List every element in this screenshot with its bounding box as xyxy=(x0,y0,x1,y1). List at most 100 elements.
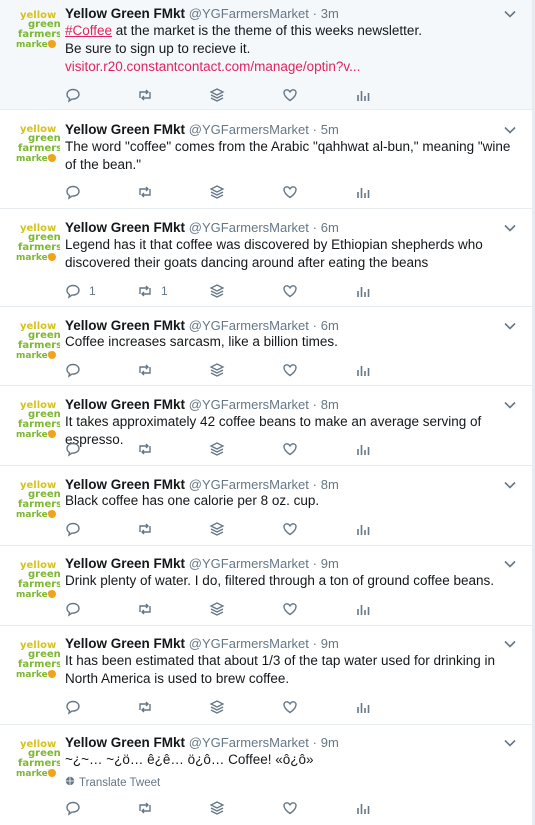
author-name[interactable]: Yellow Green FMkt xyxy=(65,477,185,492)
stack-button[interactable] xyxy=(209,520,225,538)
author-handle[interactable]: @YGFarmersMarket xyxy=(189,477,309,492)
tweet-card[interactable]: yellow green farmers market Yellow Green… xyxy=(0,546,532,626)
retweet-button[interactable] xyxy=(137,698,153,716)
tweet-card[interactable]: yellow green farmers market Yellow Green… xyxy=(0,307,532,386)
author-handle[interactable]: @YGFarmersMarket xyxy=(189,220,309,235)
analytics-button[interactable] xyxy=(355,86,371,104)
timestamp[interactable]: 8m xyxy=(321,477,339,492)
avatar[interactable]: yellow green farmers market xyxy=(14,396,60,448)
stack-button[interactable] xyxy=(209,361,225,379)
timestamp[interactable]: 6m xyxy=(321,220,339,235)
tweet-card[interactable]: yellow green farmers market Yellow Green… xyxy=(0,626,532,725)
author-name[interactable]: Yellow Green FMkt xyxy=(65,636,185,651)
stack-button[interactable] xyxy=(209,282,225,300)
retweet-button[interactable] xyxy=(137,520,153,538)
author-handle[interactable]: @YGFarmersMarket xyxy=(189,735,309,750)
chevron-down-icon[interactable] xyxy=(504,737,516,749)
timestamp[interactable]: 6m xyxy=(321,318,339,333)
stack-button[interactable] xyxy=(209,183,225,201)
chevron-down-icon[interactable] xyxy=(504,638,516,650)
chevron-down-icon[interactable] xyxy=(504,222,516,234)
like-button[interactable] xyxy=(282,698,298,716)
like-button[interactable] xyxy=(282,600,298,618)
author-name[interactable]: Yellow Green FMkt xyxy=(65,220,185,235)
avatar[interactable]: yellow green farmers market xyxy=(14,219,60,271)
avatar[interactable]: yellow green farmers market xyxy=(14,317,60,369)
reply-button[interactable] xyxy=(65,698,81,716)
timestamp[interactable]: 8m xyxy=(321,397,339,412)
analytics-button[interactable] xyxy=(355,183,371,201)
like-button[interactable] xyxy=(282,183,298,201)
analytics-button[interactable] xyxy=(355,698,371,716)
stack-button[interactable] xyxy=(209,86,225,104)
chevron-down-icon[interactable] xyxy=(504,558,516,570)
stack-button[interactable] xyxy=(209,600,225,618)
author-name[interactable]: Yellow Green FMkt xyxy=(65,556,185,571)
retweet-button[interactable]: 1 xyxy=(137,282,168,300)
avatar[interactable]: yellow green farmers market xyxy=(14,636,60,688)
timestamp[interactable]: 5m xyxy=(321,122,339,137)
like-button[interactable] xyxy=(282,520,298,538)
external-link[interactable]: visitor.r20.constantcontact.com/manage/o… xyxy=(65,58,522,76)
reply-button[interactable] xyxy=(65,183,81,201)
retweet-button[interactable] xyxy=(137,440,153,458)
reply-button[interactable] xyxy=(65,600,81,618)
tweet-card[interactable]: yellow green farmers market Yellow Green… xyxy=(0,0,532,110)
timestamp[interactable]: 3m xyxy=(321,6,339,21)
tweet-card[interactable]: yellow green farmers market Yellow Green… xyxy=(0,386,532,466)
retweet-button[interactable] xyxy=(137,361,153,379)
tweet-card[interactable]: yellow green farmers market Yellow Green… xyxy=(0,466,532,546)
reply-button[interactable] xyxy=(65,86,81,104)
author-name[interactable]: Yellow Green FMkt xyxy=(65,397,185,412)
analytics-button[interactable] xyxy=(355,361,371,379)
tweet-card[interactable]: yellow green farmers market Yellow Green… xyxy=(0,110,532,209)
timestamp[interactable]: 9m xyxy=(321,735,339,750)
analytics-button[interactable] xyxy=(355,799,371,817)
author-handle[interactable]: @YGFarmersMarket xyxy=(189,556,309,571)
analytics-button[interactable] xyxy=(355,520,371,538)
like-button[interactable] xyxy=(282,440,298,458)
chevron-down-icon[interactable] xyxy=(504,399,516,411)
retweet-button[interactable] xyxy=(137,183,153,201)
tweet-card[interactable]: yellow green farmers market Yellow Green… xyxy=(0,725,532,825)
like-button[interactable] xyxy=(282,799,298,817)
like-button[interactable] xyxy=(282,86,298,104)
reply-button[interactable] xyxy=(65,361,81,379)
chevron-down-icon[interactable] xyxy=(504,8,516,20)
timestamp[interactable]: 9m xyxy=(321,556,339,571)
chevron-down-icon[interactable] xyxy=(504,124,516,136)
author-handle[interactable]: @YGFarmersMarket xyxy=(189,6,309,21)
avatar[interactable]: yellow green farmers market xyxy=(14,476,60,528)
retweet-button[interactable] xyxy=(137,86,153,104)
reply-button[interactable] xyxy=(65,799,81,817)
avatar[interactable]: yellow green farmers market xyxy=(14,735,60,787)
author-handle[interactable]: @YGFarmersMarket xyxy=(189,122,309,137)
reply-button[interactable] xyxy=(65,440,81,458)
chevron-down-icon[interactable] xyxy=(504,479,516,491)
stack-button[interactable] xyxy=(209,799,225,817)
avatar[interactable]: yellow green farmers market xyxy=(14,556,60,608)
analytics-button[interactable] xyxy=(355,600,371,618)
tweet-card[interactable]: yellow green farmers market Yellow Green… xyxy=(0,209,532,307)
reply-button[interactable] xyxy=(65,520,81,538)
retweet-button[interactable] xyxy=(137,600,153,618)
stack-button[interactable] xyxy=(209,698,225,716)
hashtag-link[interactable]: #Coffee xyxy=(65,23,112,38)
reply-button[interactable]: 1 xyxy=(65,282,96,300)
author-handle[interactable]: @YGFarmersMarket xyxy=(189,636,309,651)
avatar[interactable]: yellow green farmers market xyxy=(14,120,60,172)
author-handle[interactable]: @YGFarmersMarket xyxy=(189,318,309,333)
avatar[interactable]: yellow green farmers market xyxy=(14,6,60,58)
author-name[interactable]: Yellow Green FMkt xyxy=(65,735,185,750)
chevron-down-icon[interactable] xyxy=(504,320,516,332)
retweet-button[interactable] xyxy=(137,799,153,817)
like-button[interactable] xyxy=(282,361,298,379)
like-button[interactable] xyxy=(282,282,298,300)
timestamp[interactable]: 9m xyxy=(321,636,339,651)
author-name[interactable]: Yellow Green FMkt xyxy=(65,318,185,333)
analytics-button[interactable] xyxy=(355,282,371,300)
author-name[interactable]: Yellow Green FMkt xyxy=(65,6,185,21)
author-handle[interactable]: @YGFarmersMarket xyxy=(189,397,309,412)
analytics-button[interactable] xyxy=(355,440,371,458)
translate-tweet-link[interactable]: Translate Tweet xyxy=(65,774,522,792)
